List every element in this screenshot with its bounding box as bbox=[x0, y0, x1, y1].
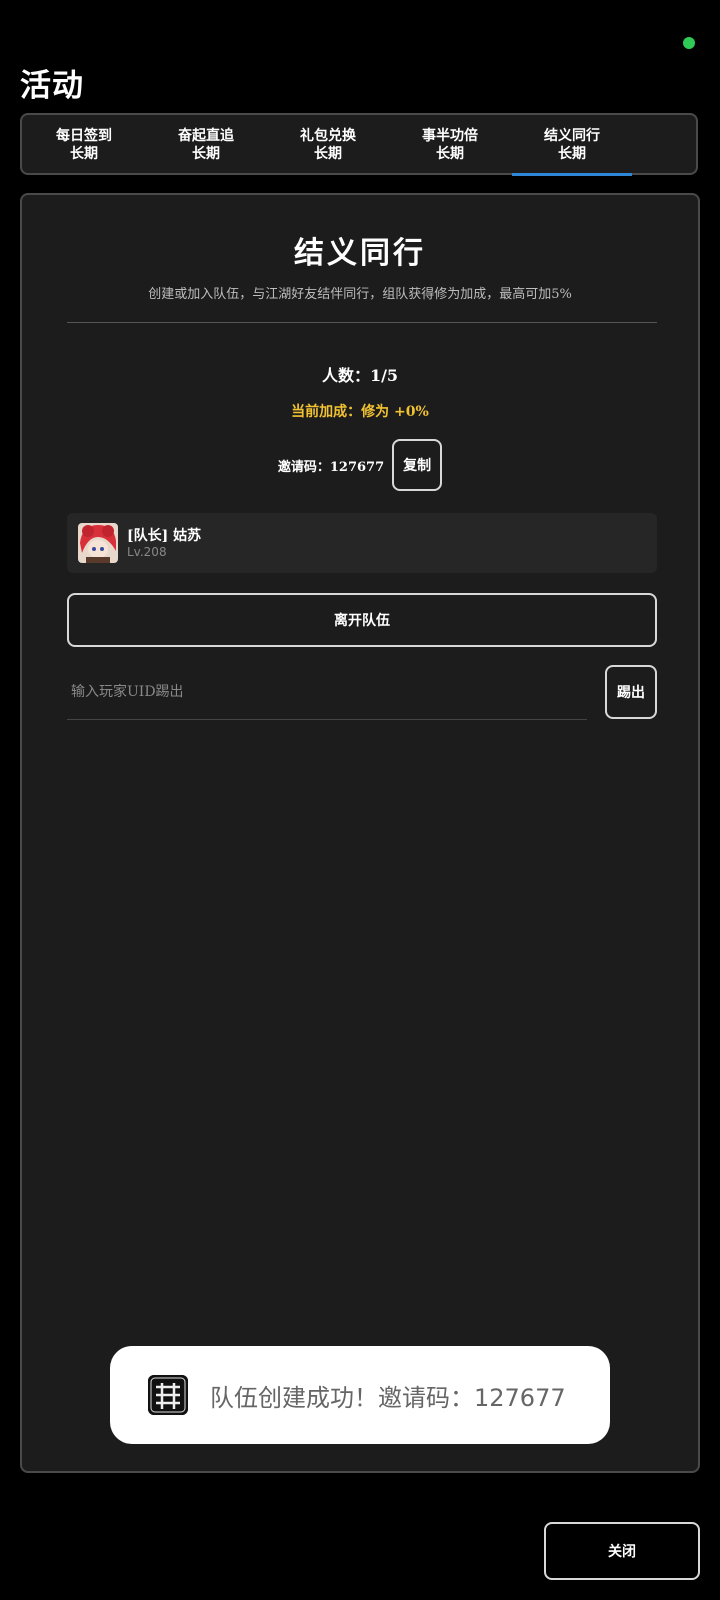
team-member-row: [队长] 姑苏 Lv.208 bbox=[67, 513, 657, 573]
toast-notification: 队伍创建成功！邀请码：127677 bbox=[110, 1346, 610, 1444]
invite-code: 邀请码：127677 bbox=[277, 459, 385, 475]
toast-message: 队伍创建成功！邀请码：127677 bbox=[210, 1383, 566, 1412]
copy-button[interactable]: 复制 bbox=[392, 439, 443, 491]
panel-title: 结义同行 bbox=[294, 236, 426, 271]
tab-sublabel: 长期 bbox=[436, 146, 464, 162]
current-bonus: 当前加成：修为 +0% bbox=[291, 404, 429, 420]
tab-label: 事半功倍 bbox=[422, 128, 478, 144]
tab-label: 每日签到 bbox=[56, 128, 112, 144]
close-button[interactable]: 关闭 bbox=[544, 1522, 700, 1580]
tab-sublabel: 长期 bbox=[70, 146, 98, 162]
member-level: Lv.208 bbox=[127, 545, 167, 559]
leave-team-button[interactable]: 离开队伍 bbox=[67, 593, 657, 647]
tab-daily-checkin[interactable]: 每日签到 长期 bbox=[24, 115, 144, 175]
app-icon bbox=[148, 1375, 188, 1415]
member-name: [队长] 姑苏 bbox=[127, 528, 202, 544]
page-title: 活动 bbox=[20, 68, 84, 104]
tab-label: 奋起直追 bbox=[178, 128, 234, 144]
invite-row: 邀请码：127677 复制 bbox=[22, 439, 698, 491]
tab-label: 礼包兑换 bbox=[300, 128, 356, 144]
kick-uid-input[interactable] bbox=[67, 665, 595, 719]
kick-button[interactable]: 踢出 bbox=[605, 665, 657, 719]
tab-label: 结义同行 bbox=[544, 128, 600, 144]
member-count: 人数：1/5 bbox=[321, 366, 399, 385]
activity-panel: 结义同行 创建或加入队伍，与江湖好友结伴同行，组队获得修为加成，最高可加5% 人… bbox=[20, 193, 700, 1473]
tab-bar: 每日签到 长期 奋起直追 长期 礼包兑换 长期 事半功倍 长期 结义同行 长期 bbox=[20, 113, 698, 176]
kick-uid-field-wrapper bbox=[67, 665, 595, 720]
tab-sublabel: 长期 bbox=[314, 146, 342, 162]
status-indicator-dot bbox=[683, 37, 695, 49]
tab-sublabel: 长期 bbox=[192, 146, 220, 162]
tab-sublabel: 长期 bbox=[558, 146, 586, 162]
avatar bbox=[78, 523, 118, 563]
tab-sworn-team[interactable]: 结义同行 长期 bbox=[512, 115, 632, 176]
tab-gift-redeem[interactable]: 礼包兑换 长期 bbox=[268, 115, 388, 175]
tab-double-effect[interactable]: 事半功倍 长期 bbox=[390, 115, 510, 175]
panel-description: 创建或加入队伍，与江湖好友结伴同行，组队获得修为加成，最高可加5% bbox=[148, 287, 572, 302]
divider bbox=[67, 322, 657, 323]
tab-catch-up[interactable]: 奋起直追 长期 bbox=[146, 115, 266, 175]
